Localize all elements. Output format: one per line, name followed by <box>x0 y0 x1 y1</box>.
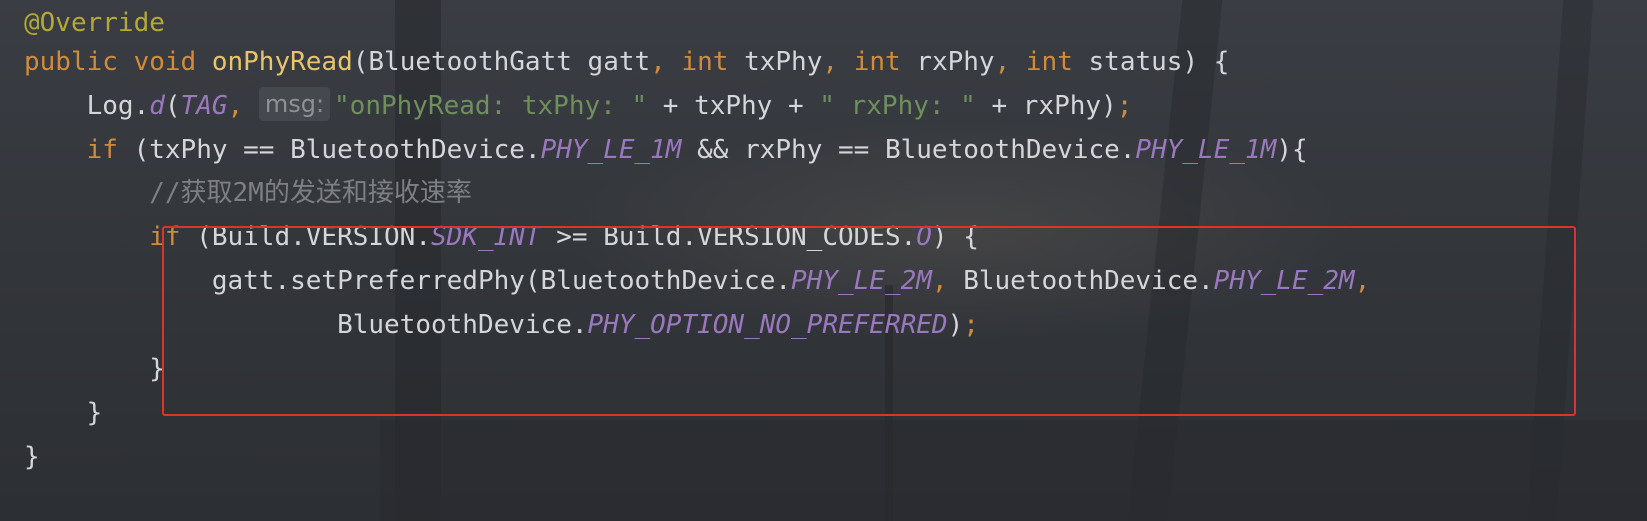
code-line[interactable]: } <box>24 390 103 436</box>
code-token: ){ <box>1276 135 1308 165</box>
code-line[interactable]: } <box>24 346 165 392</box>
code-line[interactable]: Log.d(TAG, msg: "onPhyRead: txPhy: " + tx… <box>24 83 1132 129</box>
code-token: && rxPhy == BluetoothDevice. <box>681 135 1136 165</box>
code-token: , <box>650 47 682 77</box>
code-token: , <box>822 47 854 77</box>
code-token: ( <box>164 91 181 121</box>
code-token: } <box>24 442 40 472</box>
code-token: txPhy <box>744 47 823 77</box>
code-token: rxPhy <box>916 47 995 77</box>
code-token: + rxPhy) <box>975 91 1117 121</box>
code-token: public void <box>24 47 212 77</box>
code-token: + txPhy + <box>647 91 820 121</box>
code-token: (txPhy == BluetoothDevice. <box>133 135 541 165</box>
parameter-hint: msg: <box>258 87 331 121</box>
code-token: , <box>227 91 259 121</box>
code-token: ; <box>1116 91 1133 121</box>
code-token: Log. <box>24 91 150 121</box>
code-token: int <box>853 47 917 77</box>
code-token: int <box>681 47 745 77</box>
code-token: status) { <box>1088 47 1230 77</box>
code-token: d <box>149 91 165 121</box>
code-token: TAG <box>180 91 228 121</box>
code-token: , <box>994 47 1026 77</box>
code-token: "onPhyRead: txPhy: " <box>334 91 648 121</box>
code-token: } <box>24 398 103 428</box>
code-token: PHY_LE_1M <box>540 135 682 165</box>
code-line[interactable]: public void onPhyRead(BluetoothGatt gatt… <box>24 39 1229 85</box>
code-token: " rxPhy: " <box>819 91 976 121</box>
code-line[interactable]: if (txPhy == BluetoothDevice.PHY_LE_1M &… <box>24 127 1308 173</box>
code-token: (BluetoothGatt gatt <box>352 47 651 77</box>
code-token: if <box>24 135 134 165</box>
code-token: } <box>24 354 165 384</box>
code-token: int <box>1025 47 1089 77</box>
code-line[interactable]: //获取2M的发送和接收速率 <box>24 170 472 216</box>
code-token: onPhyRead <box>211 47 353 77</box>
code-token: @Override <box>24 8 165 38</box>
code-token: PHY_LE_1M <box>1135 135 1277 165</box>
code-line[interactable]: } <box>24 434 40 480</box>
code-token: //获取2M的发送和接收速率 <box>24 178 472 208</box>
highlight-box <box>162 226 1576 416</box>
